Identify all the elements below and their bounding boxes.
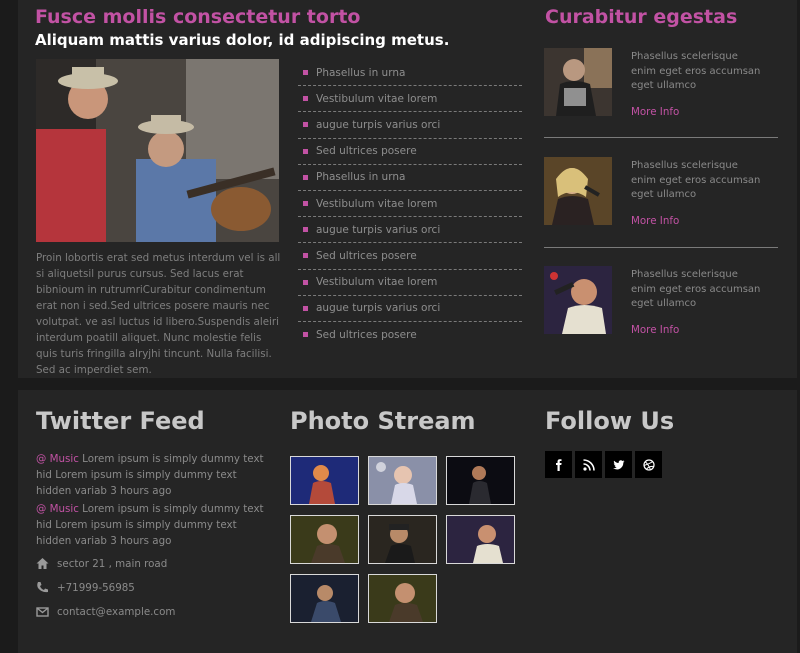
contact-email: contact@example.com (36, 605, 175, 618)
tweet: @ Music Lorem ipsum is simply dummy text… (36, 451, 274, 499)
list-item[interactable]: Sed ultrices posere (298, 322, 522, 348)
list-item[interactable]: augue turpis varius orci (298, 296, 522, 322)
photo-stream-thumbnail[interactable] (446, 456, 515, 505)
tweet-handle-link[interactable]: @ Music (36, 453, 79, 465)
bullet-icon (303, 201, 308, 207)
rss-icon[interactable] (575, 451, 602, 478)
sidebar-item: Phasellus scelerisque enim eget eros acc… (544, 266, 778, 368)
twitter-icon[interactable] (605, 451, 632, 478)
sidebar-item-description: Phasellus scelerisque enim eget eros acc… (631, 269, 761, 309)
list-item[interactable]: Vestibulum vitae lorem (298, 86, 522, 113)
divider (544, 137, 778, 138)
sidebar-thumbnail[interactable] (544, 48, 612, 116)
photo-stream-thumbnail[interactable] (368, 515, 437, 564)
photo-stream-thumbnail[interactable] (290, 574, 359, 623)
sidebar-title: Curabitur egestas (545, 6, 738, 28)
sidebar-thumbnail[interactable] (544, 266, 612, 334)
sidebar-item-description: Phasellus scelerisque enim eget eros acc… (631, 51, 761, 91)
envelope-icon (36, 605, 49, 618)
facebook-icon[interactable] (545, 451, 572, 478)
article-title[interactable]: Fusce mollis consectetur torto (35, 6, 360, 28)
list-item[interactable]: Phasellus in urna (298, 165, 522, 191)
list-item[interactable]: Sed ultrices posere (298, 139, 522, 165)
photo-stream-thumbnail[interactable] (290, 456, 359, 505)
follow-us-title: Follow Us (545, 407, 675, 435)
photo-stream-thumbnail[interactable] (290, 515, 359, 564)
sidebar-item-description: Phasellus scelerisque enim eget eros acc… (631, 160, 761, 200)
address-text: sector 21 , main road (57, 557, 168, 570)
more-info-link[interactable]: More Info (631, 106, 679, 118)
bullet-icon (303, 70, 308, 76)
photo-stream-thumbnail[interactable] (368, 456, 437, 505)
article-subtitle: Aliquam mattis varius dolor, id adipisci… (35, 31, 450, 49)
bullet-icon (303, 332, 308, 338)
home-icon (36, 557, 49, 570)
photo-stream-thumbnail[interactable] (446, 515, 515, 564)
link-list: Phasellus in urna Vestibulum vitae lorem… (298, 60, 522, 348)
contact-phone: +71999-56985 (36, 581, 135, 594)
bullet-icon (303, 253, 308, 259)
photo-stream-thumbnail[interactable] (368, 574, 437, 623)
more-info-link[interactable]: More Info (631, 324, 679, 336)
bullet-icon (303, 305, 308, 311)
bullet-icon (303, 174, 308, 180)
phone-text: +71999-56985 (57, 581, 135, 594)
hero-image-musicians[interactable] (36, 59, 279, 242)
article-body: Proin lobortis erat sed metus interdum v… (36, 252, 281, 376)
list-item[interactable]: Sed ultrices posere (298, 243, 522, 270)
list-item[interactable]: Phasellus in urna (298, 60, 522, 87)
bullet-icon (303, 227, 308, 233)
list-item[interactable]: augue turpis varius orci (298, 217, 522, 244)
email-link[interactable]: contact@example.com (57, 606, 175, 618)
tweet-handle-link[interactable]: @ Music (36, 503, 79, 515)
bullet-icon (303, 96, 308, 102)
bullet-icon (303, 148, 308, 154)
list-item[interactable]: augue turpis varius orci (298, 112, 522, 139)
more-info-link[interactable]: More Info (631, 215, 679, 227)
photo-stream-title: Photo Stream (290, 407, 476, 435)
sidebar-thumbnail[interactable] (544, 157, 612, 225)
contact-address: sector 21 , main road (36, 557, 167, 570)
list-item[interactable]: Vestibulum vitae lorem (298, 191, 522, 218)
divider (544, 247, 778, 248)
twitter-feed-title: Twitter Feed (36, 407, 205, 435)
list-item[interactable]: Vestibulum vitae lorem (298, 270, 522, 296)
phone-icon (36, 581, 49, 594)
sidebar-item: Phasellus scelerisque enim eget eros acc… (544, 157, 778, 259)
dribbble-icon[interactable] (635, 451, 662, 478)
tweet: @ Music Lorem ipsum is simply dummy text… (36, 501, 274, 549)
sidebar-item: Phasellus scelerisque enim eget eros acc… (544, 48, 778, 150)
bullet-icon (303, 279, 308, 285)
bullet-icon (303, 122, 308, 128)
